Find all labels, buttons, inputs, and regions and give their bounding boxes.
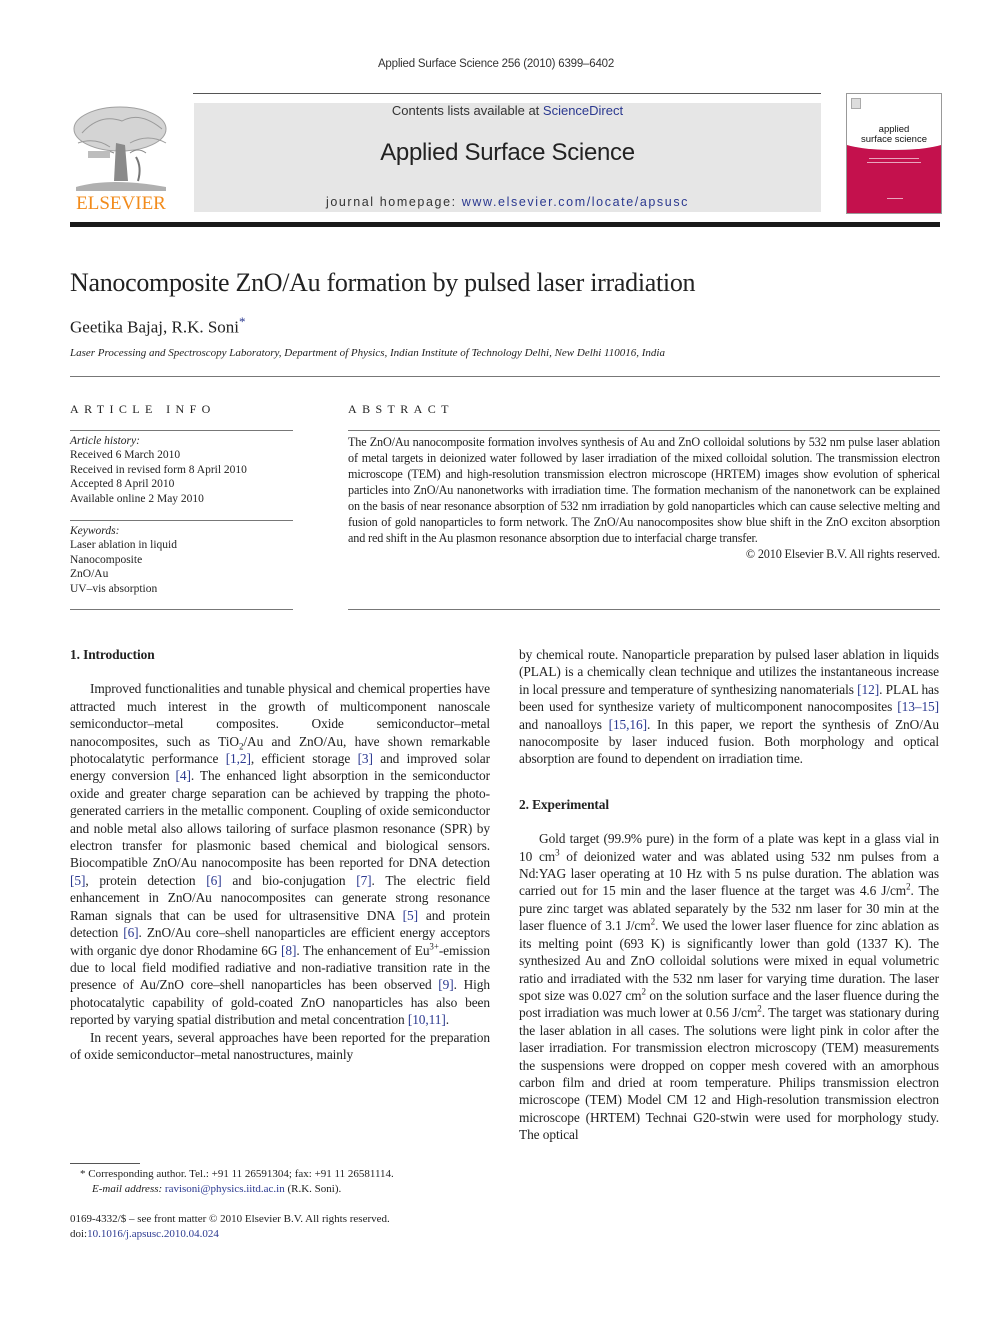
reference-link[interactable]: [1,2] [226,751,251,766]
section-heading-experimental: 2. Experimental [519,796,609,812]
author-list: Geetika Bajaj, R.K. Soni* [70,314,246,338]
journal-title: Applied Surface Science [380,139,635,166]
elsevier-wordmark: ELSEVIER [76,193,166,214]
reference-link[interactable]: [13–15] [897,699,939,714]
section-heading-introduction: 1. Introduction [70,647,155,662]
abstract-heading: ABSTRACT [348,402,454,416]
contents-prefix: Contents lists available at [391,103,543,118]
paper-title: Nanocomposite ZnO/Au formation by pulsed… [70,268,696,297]
abstract-body: The ZnO/Au nanocomposite formation invol… [348,434,940,562]
reference-link[interactable]: [9] [438,977,453,992]
homepage-link[interactable]: www.elsevier.com/locate/apsusc [462,195,689,209]
affiliation: Laser Processing and Spectroscopy Labora… [70,347,665,359]
intro-paragraph-2-continued: by chemical route. Nanoparticle preparat… [519,647,940,767]
abstract-copyright: © 2010 Elsevier B.V. All rights reserved… [745,547,940,561]
header-divider [70,222,940,227]
homepage-prefix: journal homepage: [325,195,462,209]
reference-link[interactable]: [6] [123,925,138,940]
abstract-paragraph: The ZnO/Au nanocomposite formation invol… [348,435,940,545]
doi-link[interactable]: 10.1016/j.apsusc.2010.04.024 [87,1228,219,1240]
reference-link[interactable]: [6] [206,873,221,888]
email-label: E-mail address: [92,1182,163,1195]
history-item: Accepted 8 April 2010 [70,478,175,491]
elsevier-logo[interactable]: ELSEVIER [70,103,172,215]
reference-link[interactable]: [5] [403,908,418,923]
history-item: Received 6 March 2010 [70,449,181,462]
authors: Geetika Bajaj, R.K. Soni [70,317,240,337]
keywords-label: Keywords: [70,525,120,537]
elsevier-tree-icon [73,106,167,191]
article-history: Article history: Received 6 March 2010 R… [70,434,300,506]
experimental-paragraph-1: Gold target (99.9% pure) in the form of … [519,831,939,1143]
reference-link[interactable]: [3] [358,751,373,766]
intro-paragraph-2: In recent years, several approaches have… [70,1029,490,1062]
cover-publisher-icon [851,98,861,109]
affiliation-rule [70,376,940,377]
reference-link[interactable]: [5] [70,873,85,888]
issn-line: 0169-4332/$ – see front matter © 2010 El… [70,1213,390,1225]
sciencedirect-link[interactable]: ScienceDirect [543,103,623,118]
front-matter: 0169-4332/$ – see front matter © 2010 El… [70,1212,500,1241]
reference-link[interactable]: [8] [281,943,296,958]
corresponding-author-marker[interactable]: * [239,314,246,329]
header-rule [193,93,821,94]
keyword-item: ZnO/Au [70,568,109,581]
contents-line: Contents lists available at ScienceDirec… [194,103,821,118]
cover-title: applied surface science [860,124,927,145]
reference-link[interactable]: [4] [176,768,191,783]
journal-cover-thumbnail[interactable]: applied surface science [846,93,942,214]
reference-link[interactable]: [10,11] [408,1012,446,1027]
footnote-rule [70,1163,140,1164]
keyword-item: Nanocomposite [70,553,143,566]
right-column: by chemical route. Nanoparticle preparat… [519,646,939,1144]
history-item: Available online 2 May 2010 [70,492,204,505]
keyword-item: Laser ablation in liquid [70,539,177,552]
reference-link[interactable]: [15,16] [609,717,647,732]
journal-citation: Applied Surface Science 256 (2010) 6399–… [377,58,615,70]
reference-link[interactable]: [12] [857,682,879,697]
journal-banner: Contents lists available at ScienceDirec… [194,103,821,212]
intro-paragraph-1: Improved functionalities and tunable phy… [70,681,491,1028]
history-item: Received in revised form 8 April 2010 [70,463,247,476]
history-label: Article history: [70,435,140,447]
keyword-item: UV–vis absorption [70,582,158,595]
doi-line: doi:10.1016/j.apsusc.2010.04.024 [70,1227,219,1240]
footnote: * Corresponding author. Tel.: +91 11 265… [80,1168,394,1195]
email-link[interactable]: ravisoni@physics.iitd.ac.in [165,1183,285,1195]
left-column: 1. Introduction Improved functionalities… [70,646,490,1063]
keywords: Keywords: Laser ablation in liquid Nanoc… [70,524,300,596]
article-info-heading: ARTICLE INFO [70,402,216,416]
journal-homepage: journal homepage: www.elsevier.com/locat… [194,195,821,209]
reference-link[interactable]: [7] [356,873,371,888]
